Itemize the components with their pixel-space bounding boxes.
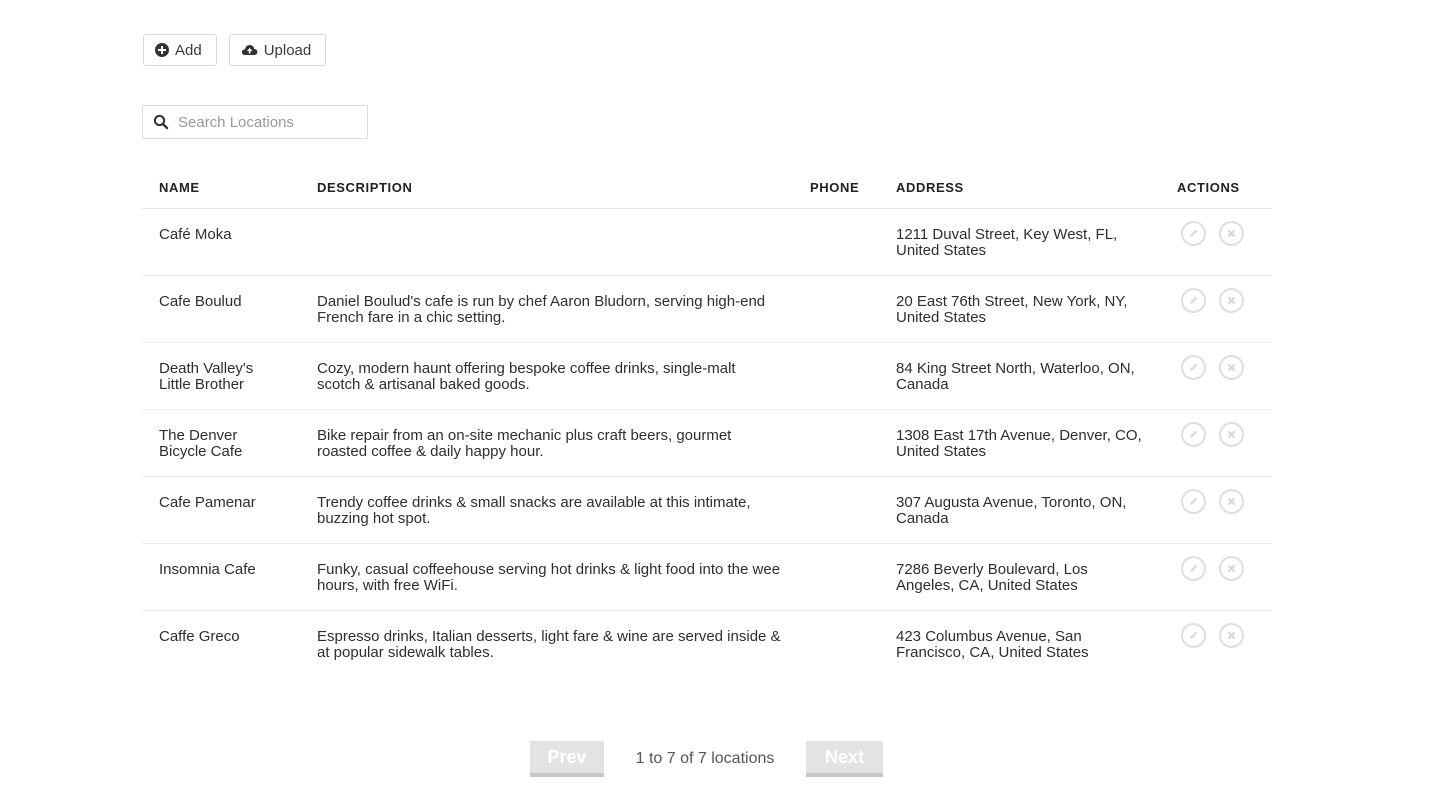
search-icon — [153, 114, 169, 130]
table-row: Death Valley's Little Brother Cozy, mode… — [142, 342, 1272, 410]
location-name: Cafe Boulud — [159, 293, 242, 310]
table-row: Caffe Greco Espresso drinks, Italian des… — [142, 611, 1272, 678]
location-address: 307 Augusta Avenue, Toronto, ON, Canada — [896, 494, 1127, 527]
edit-button[interactable] — [1181, 221, 1206, 246]
location-phone — [810, 477, 896, 495]
location-address: 20 East 76th Street, New York, NY, Unite… — [896, 293, 1128, 326]
table-row: Café Moka 1211 Duval Street, Key West, F… — [142, 208, 1272, 276]
location-description: Daniel Boulud's cafe is run by chef Aaro… — [317, 293, 766, 326]
column-header-actions: ACTIONS — [1177, 166, 1272, 209]
column-header-address: ADDRESS — [896, 166, 1177, 209]
delete-button[interactable] — [1219, 623, 1244, 648]
location-name: The Denver Bicycle Cafe — [159, 427, 243, 460]
location-address: 1308 East 17th Avenue, Denver, CO, Unite… — [896, 427, 1142, 460]
location-description — [317, 209, 810, 227]
edit-button[interactable] — [1181, 489, 1206, 514]
location-phone — [810, 343, 896, 361]
location-phone — [810, 276, 896, 294]
pencil-icon — [1190, 430, 1198, 438]
table-row: The Denver Bicycle Cafe Bike repair from… — [142, 409, 1272, 477]
delete-button[interactable] — [1219, 221, 1244, 246]
prev-button[interactable]: Prev — [530, 741, 604, 777]
pencil-icon — [1190, 363, 1198, 371]
add-button[interactable]: Add — [143, 34, 217, 66]
close-circle-icon — [1228, 364, 1235, 371]
column-header-name: NAME — [142, 166, 317, 209]
pencil-icon — [1190, 296, 1198, 304]
close-circle-icon — [1228, 431, 1235, 438]
location-phone — [810, 611, 896, 629]
delete-button[interactable] — [1219, 355, 1244, 380]
plus-circle-icon — [155, 43, 169, 57]
delete-button[interactable] — [1219, 288, 1244, 313]
close-circle-icon — [1228, 297, 1235, 304]
location-description: Cozy, modern haunt offering bespoke coff… — [317, 360, 736, 393]
location-phone — [810, 544, 896, 562]
location-address: 1211 Duval Street, Key West, FL, United … — [896, 226, 1118, 259]
locations-table: NAME DESCRIPTION PHONE ADDRESS ACTIONS C… — [142, 166, 1272, 677]
pencil-icon — [1190, 631, 1198, 639]
pencil-icon — [1190, 229, 1198, 237]
location-address: 7286 Beverly Boulevard, Los Angeles, CA,… — [896, 561, 1088, 594]
location-phone — [810, 209, 896, 227]
pagination-info: 1 to 7 of 7 locations — [635, 750, 775, 767]
close-circle-icon — [1228, 230, 1235, 237]
location-name: Cafe Pamenar — [159, 494, 256, 511]
location-description: Espresso drinks, Italian desserts, light… — [317, 628, 781, 661]
location-address: 84 King Street North, Waterloo, ON, Cana… — [896, 360, 1135, 393]
edit-button[interactable] — [1181, 422, 1206, 447]
location-address: 423 Columbus Avenue, San Francisco, CA, … — [896, 628, 1089, 661]
location-name: Insomnia Cafe — [159, 561, 256, 578]
delete-button[interactable] — [1219, 489, 1244, 514]
edit-button[interactable] — [1181, 288, 1206, 313]
search-input[interactable] — [178, 113, 348, 131]
pencil-icon — [1190, 497, 1198, 505]
edit-button[interactable] — [1181, 556, 1206, 581]
close-circle-icon — [1228, 565, 1235, 572]
edit-button[interactable] — [1181, 355, 1206, 380]
location-description: Funky, casual coffeehouse serving hot dr… — [317, 561, 781, 594]
edit-button[interactable] — [1181, 623, 1206, 648]
location-description: Bike repair from an on-site mechanic plu… — [317, 427, 732, 460]
cloud-upload-icon — [241, 43, 258, 57]
close-circle-icon — [1228, 632, 1235, 639]
location-description: Trendy coffee drinks & small snacks are … — [317, 494, 751, 527]
table-row: Insomnia Cafe Funky, casual coffeehouse … — [142, 543, 1272, 611]
table-row: Cafe Pamenar Trendy coffee drinks & smal… — [142, 476, 1272, 544]
toolbar: Add Upload — [143, 34, 327, 66]
location-phone — [810, 410, 896, 428]
next-button[interactable]: Next — [806, 741, 883, 777]
close-circle-icon — [1228, 498, 1235, 505]
table-header-row: NAME DESCRIPTION PHONE ADDRESS ACTIONS — [142, 166, 1272, 209]
location-name: Death Valley's Little Brother — [159, 360, 254, 393]
delete-button[interactable] — [1219, 556, 1244, 581]
upload-button-label: Upload — [263, 41, 312, 59]
table-row: Cafe Boulud Daniel Boulud's cafe is run … — [142, 275, 1272, 343]
column-header-phone: PHONE — [810, 166, 896, 209]
add-button-label: Add — [175, 41, 202, 59]
upload-button[interactable]: Upload — [228, 34, 327, 66]
location-name: Café Moka — [159, 226, 232, 243]
pencil-icon — [1190, 564, 1198, 572]
pagination: Prev 1 to 7 of 7 locations Next — [530, 741, 883, 777]
location-name: Caffe Greco — [159, 628, 240, 645]
column-header-description: DESCRIPTION — [317, 166, 810, 209]
delete-button[interactable] — [1219, 422, 1244, 447]
search-box — [142, 105, 368, 139]
